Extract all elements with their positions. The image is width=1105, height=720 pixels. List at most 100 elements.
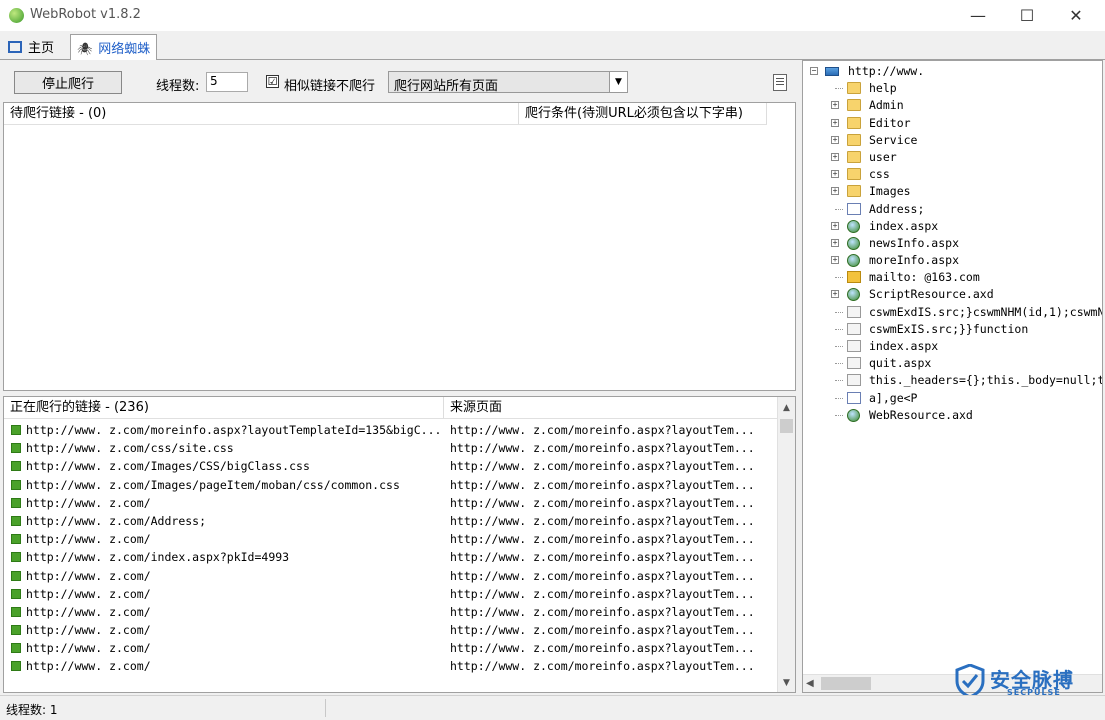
tree-item-label: this._headers={};this._body=null;thi — [869, 373, 1103, 388]
source-page-cell: http://www. z.com/moreinfo.aspx?layoutTe… — [450, 459, 755, 474]
pending-links-header[interactable]: 待爬行链接 - (0) — [4, 103, 519, 125]
threads-input[interactable]: 5 — [206, 72, 248, 92]
tree-item-label: Editor — [869, 115, 911, 130]
doc-icon — [847, 305, 861, 318]
scroll-left-icon[interactable]: ◀ — [806, 675, 814, 692]
source-page-cell: http://www. z.com/moreinfo.aspx?layoutTe… — [450, 604, 755, 619]
scroll-thumb[interactable] — [780, 419, 793, 433]
pending-links-list[interactable]: 待爬行链接 - (0) 爬行条件(待测URL必须包含以下字串) — [3, 102, 796, 391]
dropdown-arrow-icon[interactable]: ▼ — [609, 72, 627, 92]
go-icon — [11, 661, 21, 672]
tree-connector — [835, 208, 843, 210]
tree-item-label: Address; — [869, 201, 925, 216]
tree-connector — [835, 363, 843, 365]
crawling-links-list[interactable]: 正在爬行的链接 - (236) 来源页面 http://www. z.com/m… — [3, 396, 796, 693]
tab-home-label: 主页 — [28, 41, 55, 56]
go-icon — [11, 461, 21, 472]
tree-item-label: WebResource.axd — [869, 407, 973, 422]
similar-links-checkbox[interactable]: ☑ — [266, 75, 279, 88]
spider-panel: 停止爬行 线程数: 5 ☑ 相似链接不爬行 爬行网站所有页面 ▼ 待爬行链接 -… — [0, 60, 800, 693]
tree-item-label: cswmExIS.src;}}function — [869, 321, 1029, 336]
expand-icon[interactable]: + — [831, 290, 839, 299]
minimize-button[interactable]: — — [955, 0, 1001, 31]
similar-links-label[interactable]: 相似链接不爬行 — [284, 75, 375, 94]
window-title: WebRobot v1.8.2 — [30, 7, 141, 22]
source-page-cell: http://www. z.com/moreinfo.aspx?layoutTe… — [450, 568, 755, 583]
tree-item-label: index.aspx — [869, 339, 939, 353]
app-logo-icon — [9, 8, 24, 23]
crawl-url-cell: http://www. z.com/ — [11, 639, 151, 657]
folder-icon — [847, 168, 861, 181]
source-page-cell: http://www. z.com/moreinfo.aspx?layoutTe… — [450, 659, 755, 674]
expand-icon[interactable]: + — [831, 135, 839, 144]
crawl-url: http://www. z.com/ — [26, 641, 151, 656]
expand-icon[interactable]: + — [831, 118, 839, 127]
crawl-url: http://www. z.com/Images/CSS/bigClass.cs… — [26, 459, 310, 474]
collapse-icon[interactable]: − — [810, 67, 818, 75]
crawl-url-cell: http://www. z.com/ — [11, 585, 151, 603]
source-page-cell: http://www. z.com/moreinfo.aspx?layoutTe… — [450, 441, 755, 456]
document-icon[interactable] — [773, 74, 787, 91]
go-icon — [11, 515, 21, 526]
tab-home[interactable]: 主页 — [2, 35, 60, 58]
go-icon — [11, 606, 21, 617]
expand-icon[interactable]: + — [831, 101, 839, 110]
status-bar: 线程数: 1 — [0, 695, 1105, 720]
close-button[interactable]: ✕ — [1053, 0, 1099, 31]
maximize-button[interactable]: ☐ — [1004, 0, 1050, 31]
source-page-cell: http://www. z.com/moreinfo.aspx?layoutTe… — [450, 550, 755, 565]
tab-web-spider[interactable]: 🕷 网络蜘蛛 — [70, 34, 158, 61]
go-icon — [11, 497, 21, 508]
scroll-down-icon[interactable]: ▼ — [778, 675, 795, 692]
stop-crawl-button[interactable]: 停止爬行 — [14, 71, 122, 94]
go-icon — [11, 643, 21, 654]
crawl-url: http://www. z.com/css/site.css — [26, 441, 234, 456]
crawl-url: http://www. z.com/ — [26, 532, 151, 547]
tree-item-label: user — [869, 149, 897, 164]
crawl-url: http://www. z.com/ — [26, 568, 151, 583]
expand-icon[interactable]: + — [831, 256, 839, 265]
tree-connector — [835, 88, 843, 90]
source-page-cell: http://www. z.com/moreinfo.aspx?layoutTe… — [450, 477, 755, 492]
folder-icon — [847, 133, 861, 146]
frame-icon — [8, 40, 22, 53]
page-icon — [847, 202, 861, 215]
crawling-links-header[interactable]: 正在爬行的链接 - (236) — [4, 397, 444, 419]
tree-connector — [835, 311, 843, 313]
go-icon — [11, 552, 21, 563]
tree-item-label: index.aspx — [869, 218, 939, 233]
crawl-url: http://www. z.com/Address; — [26, 513, 207, 528]
crawl-url: http://www. z.com/ — [26, 586, 151, 601]
tree-item-label: css — [869, 167, 890, 182]
crawl-url: http://www. z.com/ — [26, 659, 151, 674]
tree-connector — [835, 397, 843, 399]
expand-icon[interactable]: + — [831, 170, 839, 179]
source-page-cell: http://www. z.com/moreinfo.aspx?layoutTe… — [450, 423, 755, 437]
crawl-mode-select[interactable]: 爬行网站所有页面 ▼ — [388, 71, 628, 94]
crawl-url: http://www. z.com/index.aspx?pkId=4993 — [26, 550, 290, 565]
crawling-scrollbar[interactable]: ▲ ▼ — [777, 397, 795, 692]
globe-icon — [847, 236, 860, 250]
go-icon — [11, 588, 21, 599]
crawl-url-cell: http://www. z.com/ — [11, 621, 151, 639]
expand-icon[interactable]: + — [831, 152, 839, 161]
scroll-up-icon[interactable]: ▲ — [778, 400, 795, 417]
site-tree[interactable]: − http://www. help + Admin + Editor + Service +… — [802, 60, 1103, 693]
expand-icon[interactable]: + — [831, 238, 839, 247]
tab-spider-label: 网络蜘蛛 — [98, 42, 151, 57]
crawl-url-cell: http://www. z.com/ — [11, 494, 151, 512]
expand-icon[interactable]: + — [831, 221, 839, 230]
source-page-header[interactable]: 来源页面 — [444, 397, 779, 419]
tree-item-label: moreInfo.aspx — [869, 253, 960, 268]
crawl-condition-header[interactable]: 爬行条件(待测URL必须包含以下字串) — [519, 103, 767, 125]
crawl-url-cell: http://www. z.com/Address; — [11, 512, 206, 530]
tree-item-label: mailto: @163.com — [869, 270, 980, 285]
tree-scroll-thumb[interactable] — [821, 677, 871, 690]
source-page-cell: http://www. z.com/moreinfo.aspx?layoutTe… — [450, 513, 755, 528]
folder-icon — [847, 99, 861, 112]
crawl-url-cell: http://www. z.com/ — [11, 603, 151, 621]
go-icon — [11, 625, 21, 636]
expand-icon[interactable]: + — [831, 187, 839, 196]
tree-item-label: newsInfo.aspx — [869, 235, 960, 250]
crawl-url-cell: http://www. z.com/Images/pageItem/moban/… — [11, 476, 400, 494]
